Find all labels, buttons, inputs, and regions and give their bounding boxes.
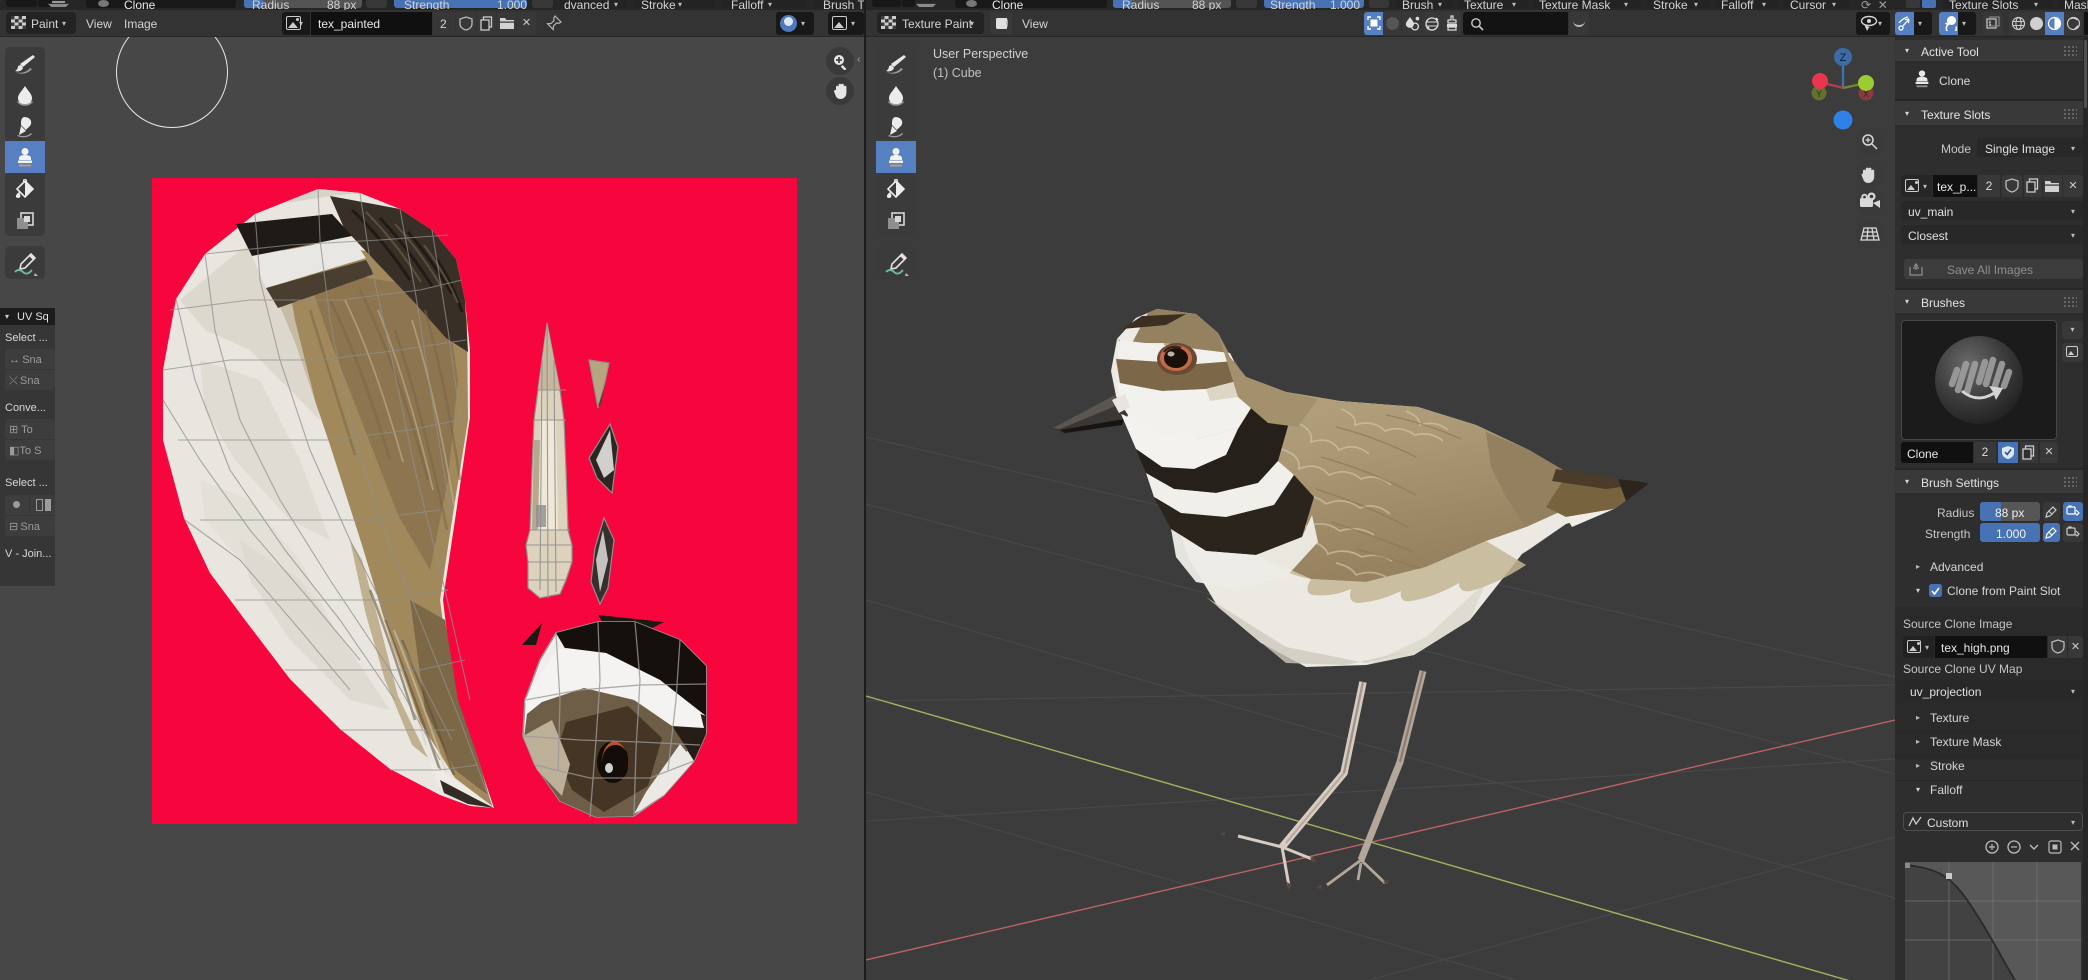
svg-text:Y: Y <box>1816 89 1822 99</box>
svg-text:X: X <box>1863 89 1869 99</box>
svg-text:Z: Z <box>1840 52 1847 64</box>
svg-text:(1) Cube: (1) Cube <box>933 66 982 80</box>
svg-text:User Perspective: User Perspective <box>933 47 1028 61</box>
